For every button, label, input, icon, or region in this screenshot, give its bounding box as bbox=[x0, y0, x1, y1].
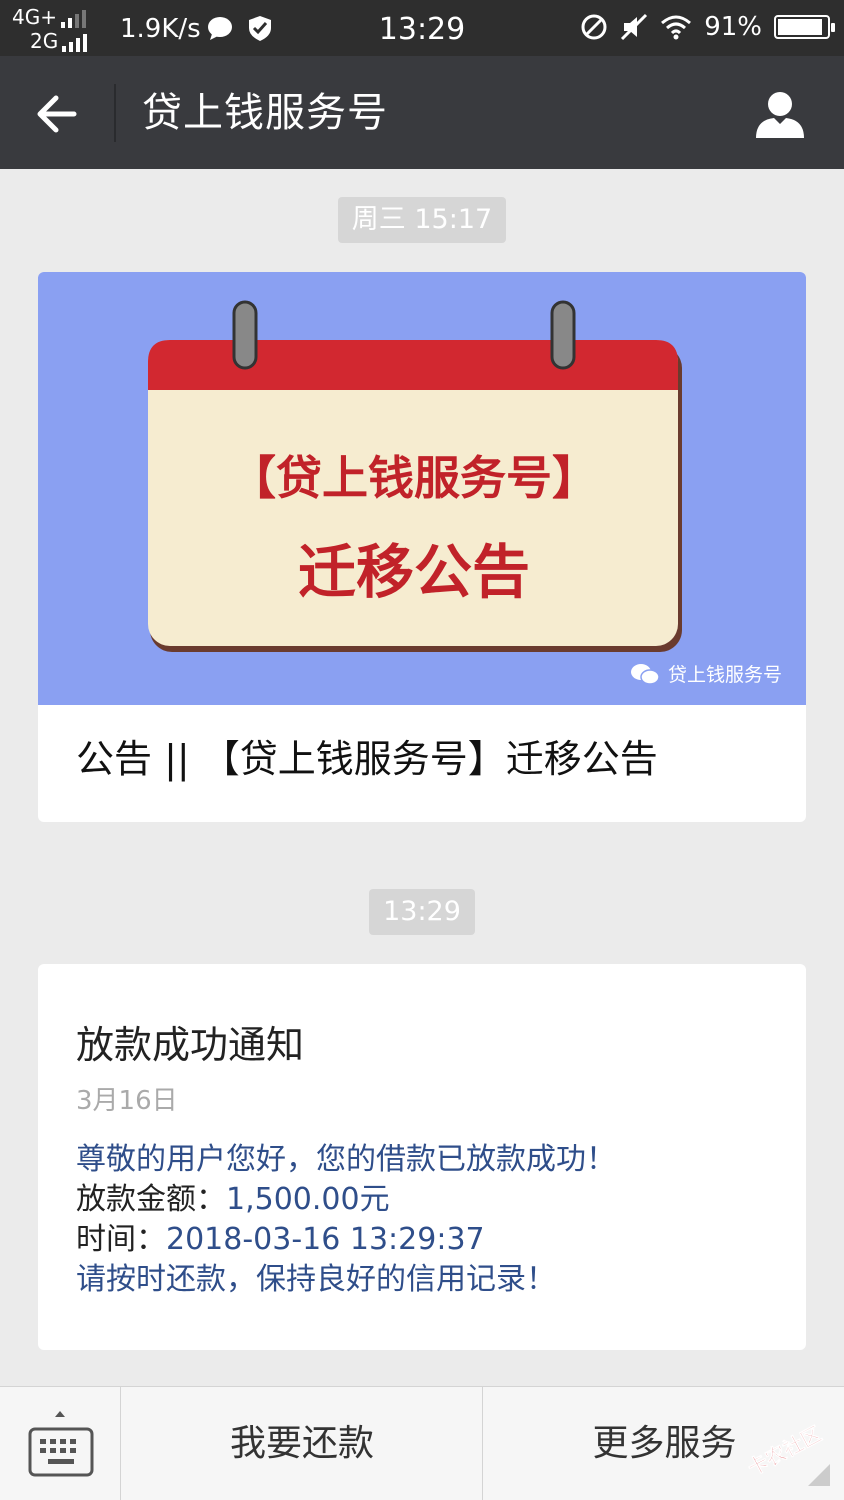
notice-reminder: 请按时还款，保持良好的信用记录！ bbox=[76, 1262, 556, 1297]
notice-title: 放款成功通知 bbox=[76, 1023, 305, 1067]
time-value: 2018-03-16 13:29:37 bbox=[166, 1222, 485, 1257]
banner-line2: 迁移公告 bbox=[298, 538, 530, 606]
wechat-icon bbox=[630, 663, 660, 685]
bottom-menu: 我要还款 更多服务 卡农社区 bbox=[0, 1386, 844, 1500]
notice-body: 尊敬的用户您好，您的借款已放款成功！ 放款金额：1,500.00元 时间：201… bbox=[76, 1140, 616, 1300]
notice-amount-row: 放款金额：1,500.00元 bbox=[76, 1180, 616, 1220]
article-card[interactable]: 【贷上钱服务号】 迁移公告 贷上钱服务号 公告 || 【贷上钱服务号】迁移公告 bbox=[38, 272, 806, 822]
notice-date: 3月16日 bbox=[76, 1086, 178, 1116]
battery-percent: 91% bbox=[704, 12, 762, 42]
page-title: 贷上钱服务号 bbox=[142, 90, 388, 136]
article-cover-image: 【贷上钱服务号】 迁移公告 贷上钱服务号 bbox=[38, 272, 806, 705]
cover-watermark: 贷上钱服务号 bbox=[630, 660, 782, 687]
status-right: 91% bbox=[580, 12, 835, 42]
forum-stamp-text: 卡农社区 bbox=[744, 1422, 826, 1480]
calendar-illustration: 【贷上钱服务号】 迁移公告 bbox=[148, 300, 682, 652]
mute-icon bbox=[621, 13, 648, 41]
time-label: 时间： bbox=[76, 1222, 166, 1257]
timestamp-label-2: 13:29 bbox=[369, 889, 475, 935]
profile-icon[interactable] bbox=[752, 86, 808, 142]
message-timestamp: 周三 15:17 bbox=[0, 197, 844, 243]
keyboard-toggle-button[interactable] bbox=[0, 1387, 121, 1500]
banner-line1: 【贷上钱服务号】 bbox=[230, 451, 598, 505]
do-not-disturb-icon bbox=[581, 14, 607, 40]
wifi-icon bbox=[661, 15, 692, 40]
article-title[interactable]: 公告 || 【贷上钱服务号】迁移公告 bbox=[76, 734, 658, 784]
amount-label: 放款金额： bbox=[76, 1182, 226, 1217]
timestamp-label: 周三 15:17 bbox=[337, 197, 507, 243]
keyboard-icon bbox=[28, 1411, 94, 1477]
status-bar: 4G+ 2G 1.9K/s 13:29 91% bbox=[0, 0, 844, 56]
battery-icon bbox=[774, 15, 835, 39]
back-arrow-icon[interactable] bbox=[30, 86, 86, 142]
notice-time-row: 时间：2018-03-16 13:29:37 bbox=[76, 1220, 616, 1260]
forum-watermark-logo: 卡农社区 bbox=[743, 1421, 826, 1480]
amount-value: 1,500.00元 bbox=[226, 1182, 390, 1217]
nav-bar: 贷上钱服务号 bbox=[0, 56, 844, 169]
nav-divider bbox=[114, 84, 116, 142]
message-timestamp-2: 13:29 bbox=[0, 889, 844, 935]
watermark-text: 贷上钱服务号 bbox=[667, 664, 782, 686]
notice-greeting: 尊敬的用户您好，您的借款已放款成功！ bbox=[76, 1142, 616, 1177]
notification-card[interactable]: 放款成功通知 3月16日 尊敬的用户您好，您的借款已放款成功！ 放款金额：1,5… bbox=[38, 964, 806, 1350]
repay-menu-button[interactable]: 我要还款 bbox=[122, 1387, 483, 1500]
